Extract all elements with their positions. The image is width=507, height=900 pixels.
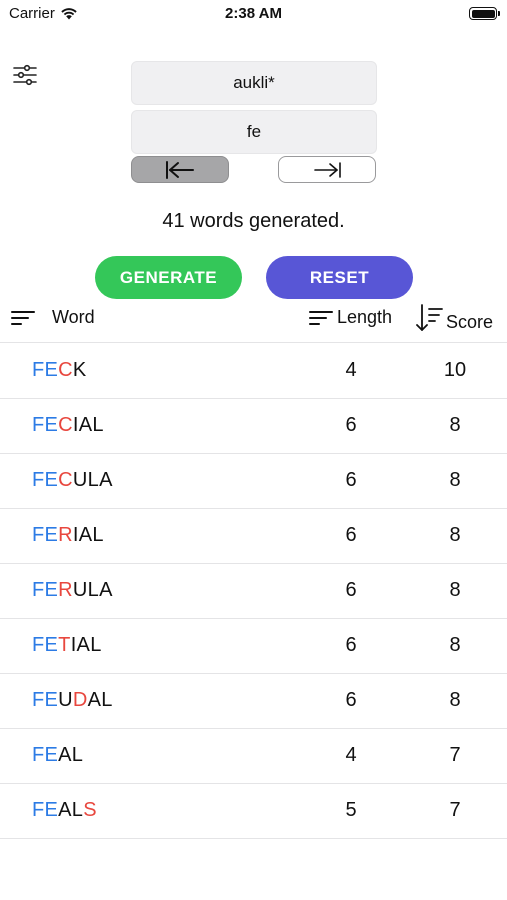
word-cell: FECIAL [32, 414, 104, 437]
align-end-button[interactable] [278, 156, 376, 183]
length-cell: 5 [345, 799, 357, 821]
word-segment: R [58, 524, 73, 546]
sort-by-length-button[interactable]: Length [308, 307, 392, 328]
word-segment: T [58, 634, 71, 656]
arrow-to-left-bar-icon [166, 160, 194, 179]
results-list: FECK 4 10 FECIAL 6 8 FECULA 6 8 FERIAL 6 8 FERULA 6 8 F… [0, 344, 507, 839]
table-row[interactable]: FECULA 6 8 [0, 454, 507, 509]
sort-by-word-button[interactable]: Word [10, 307, 95, 328]
score-cell: 8 [449, 524, 461, 546]
column-header-score: Score [446, 311, 494, 332]
sort-lines-icon [309, 310, 333, 325]
score-cell: 7 [449, 744, 461, 766]
results-count-text: 41 words generated. [162, 210, 345, 232]
word-cell: FERIAL [32, 524, 104, 547]
word-segment: FE [32, 634, 59, 656]
column-header-word: Word [52, 307, 95, 327]
length-cell: 6 [345, 414, 357, 436]
table-row[interactable]: FEALS 5 7 [0, 784, 507, 839]
word-segment: C [58, 414, 73, 436]
word-segment: FE [32, 799, 59, 821]
word-segment: AL [87, 689, 113, 711]
word-cell: FEAL [32, 744, 83, 767]
score-cell: 10 [443, 359, 467, 381]
length-cell: 6 [345, 469, 357, 491]
table-row[interactable]: FEAL 4 7 [0, 729, 507, 784]
word-segment: IAL [72, 524, 104, 546]
column-header-length: Length [337, 307, 393, 327]
word-segment: FE [32, 689, 59, 711]
length-cell: 6 [345, 524, 357, 546]
word-segment: IAL [72, 414, 104, 436]
length-cell: 4 [345, 744, 357, 766]
word-segment: FE [32, 469, 59, 491]
table-row[interactable]: FERULA 6 8 [0, 564, 507, 619]
letters-input[interactable]: aukli* [131, 61, 377, 105]
length-cell: 4 [345, 359, 357, 381]
word-cell: FETIAL [32, 634, 102, 657]
word-segment: R [58, 579, 73, 601]
word-segment: ULA [72, 579, 113, 601]
length-cell: 6 [345, 689, 357, 711]
score-cell: 8 [449, 414, 461, 436]
score-cell: 8 [449, 634, 461, 656]
word-segment: FE [32, 744, 59, 766]
word-cell: FEALS [32, 799, 97, 822]
word-segment: D [72, 689, 88, 711]
battery-icon [469, 7, 500, 20]
word-segment: K [72, 359, 87, 381]
reset-button[interactable]: RESET [266, 256, 413, 299]
table-header: Word Length Score [0, 303, 507, 343]
word-segment: IAL [70, 634, 102, 656]
word-segment: FE [32, 414, 59, 436]
word-segment: FE [32, 524, 59, 546]
word-segment: ULA [72, 469, 113, 491]
filter-settings-button[interactable] [12, 63, 38, 87]
table-row[interactable]: FETIAL 6 8 [0, 619, 507, 674]
score-cell: 8 [449, 469, 461, 491]
word-cell: FECK [32, 359, 87, 382]
word-cell: FEUDAL [32, 689, 113, 712]
word-segment: AL [58, 799, 84, 821]
word-segment: AL [58, 744, 84, 766]
table-row[interactable]: FERIAL 6 8 [0, 509, 507, 564]
word-segment: U [58, 689, 73, 711]
prefix-input[interactable]: fe [131, 110, 377, 154]
word-segment: FE [32, 359, 59, 381]
length-cell: 6 [345, 634, 357, 656]
table-row[interactable]: FECIAL 6 8 [0, 399, 507, 454]
word-segment: C [58, 469, 73, 491]
table-row[interactable]: FECK 4 10 [0, 344, 507, 399]
length-cell: 6 [345, 579, 357, 601]
status-bar: Carrier 2:38 AM [0, 0, 507, 28]
align-start-button[interactable] [131, 156, 229, 183]
score-cell: 8 [449, 579, 461, 601]
sort-lines-icon [11, 310, 35, 325]
word-segment: C [58, 359, 73, 381]
clock: 2:38 AM [225, 5, 282, 22]
table-row[interactable]: FEUDAL 6 8 [0, 674, 507, 729]
generate-button[interactable]: GENERATE [95, 256, 242, 299]
sort-by-score-button[interactable]: Score [416, 303, 493, 333]
arrow-to-right-bar-icon [314, 161, 341, 178]
sliders-icon [13, 64, 37, 86]
word-segment: S [83, 799, 97, 821]
score-cell: 8 [449, 689, 461, 711]
sort-descending-icon [416, 304, 443, 331]
word-cell: FERULA [32, 579, 113, 602]
word-cell: FECULA [32, 469, 113, 492]
word-segment: FE [32, 579, 59, 601]
score-cell: 7 [449, 799, 461, 821]
